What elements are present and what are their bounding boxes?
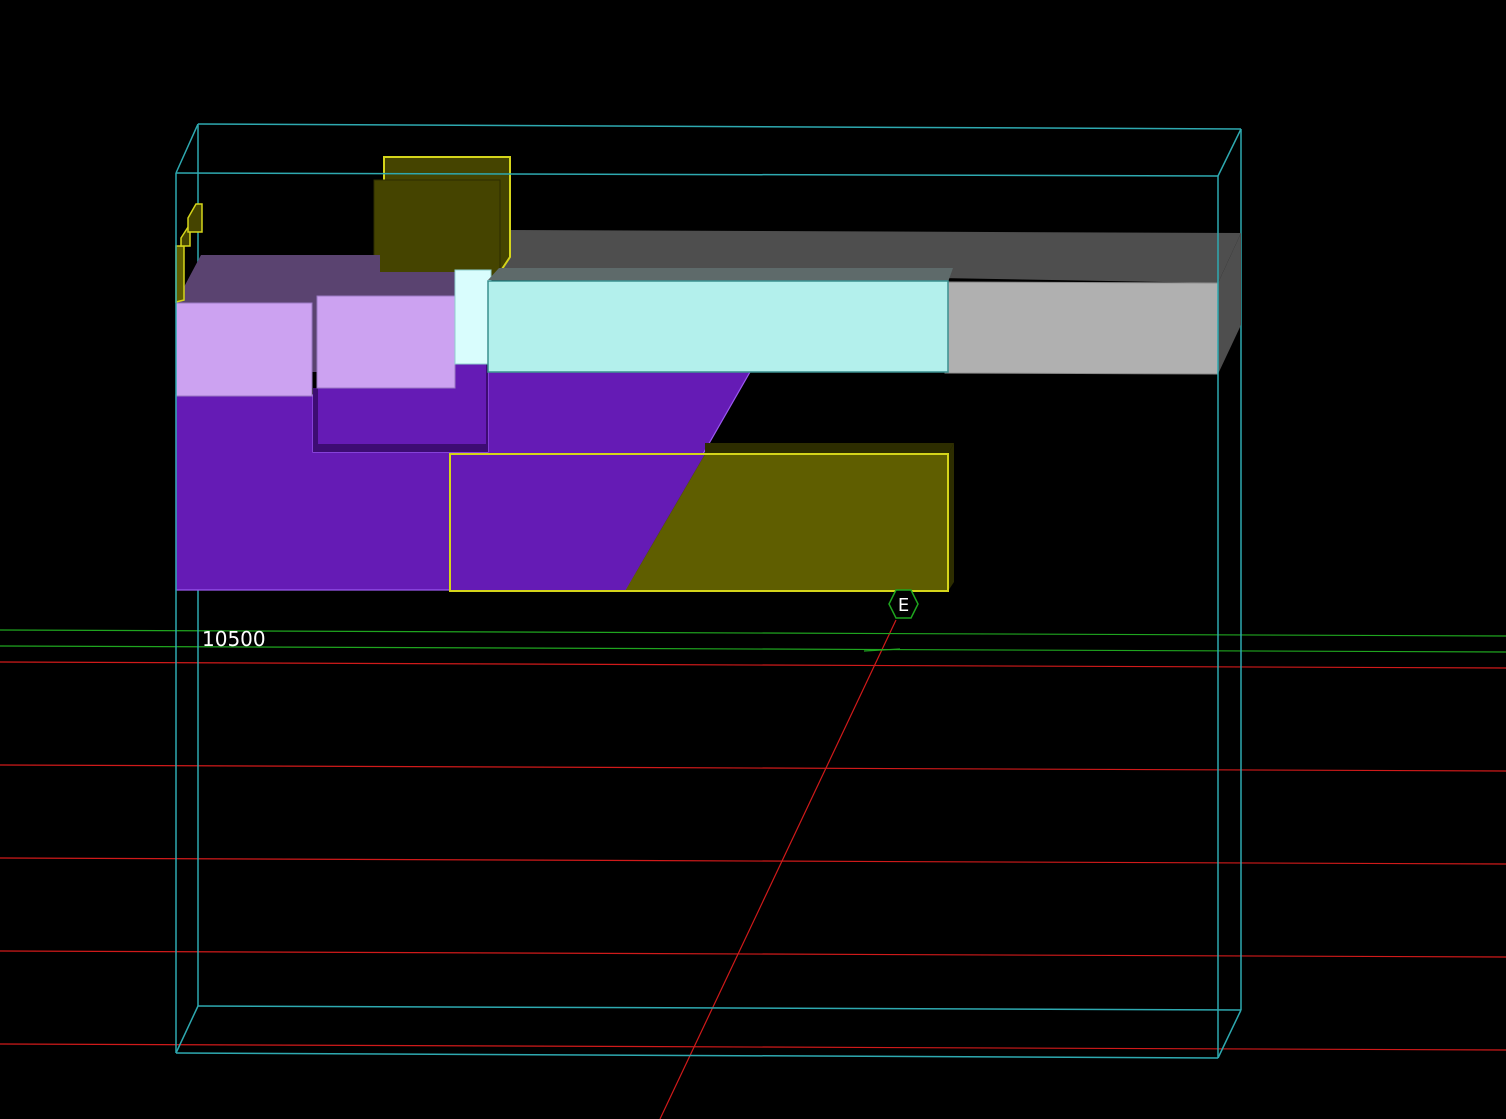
- grid-line-2[interactable]: [0, 764, 1506, 772]
- model-canvas[interactable]: E 10500: [0, 0, 1506, 1119]
- olive-beam-volume[interactable]: [449, 443, 954, 592]
- cyan-beam-volume[interactable]: [487, 268, 953, 373]
- 3d-model-viewport[interactable]: E 10500: [0, 0, 1506, 1119]
- grid-head-label: E: [898, 595, 909, 616]
- lilac-block-left[interactable]: [175, 302, 313, 397]
- grid-lines: [0, 619, 1506, 1119]
- grid-line-3[interactable]: [0, 857, 1506, 865]
- grid-line-e[interactable]: [659, 619, 897, 1119]
- grid-head-e[interactable]: E: [888, 589, 919, 619]
- pale-cyan-block[interactable]: [454, 269, 492, 365]
- lilac-block-middle[interactable]: [316, 295, 456, 389]
- grid-line-5[interactable]: [0, 1043, 1506, 1051]
- grid-line-1[interactable]: [0, 661, 1506, 669]
- grid-line-4[interactable]: [0, 950, 1506, 958]
- level-elevation-label[interactable]: 10500: [202, 627, 266, 651]
- olive-column-volume[interactable]: [373, 156, 511, 279]
